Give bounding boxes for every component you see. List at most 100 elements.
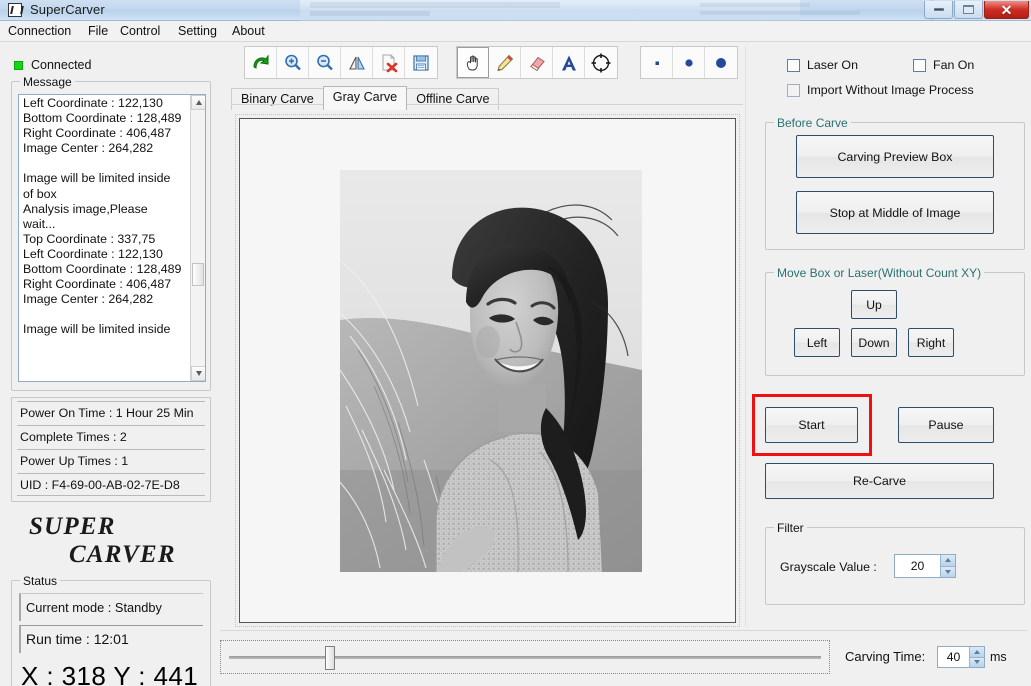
text-tool-icon — [561, 55, 576, 70]
brush-size-medium-button[interactable] — [673, 47, 705, 78]
hand-pan-button[interactable] — [457, 47, 489, 78]
scroll-down-button[interactable] — [191, 366, 205, 381]
scroll-up-button[interactable] — [191, 95, 205, 110]
eraser-button[interactable] — [521, 47, 553, 78]
grayscale-decrement-button[interactable] — [940, 565, 955, 577]
carving-time-stepper[interactable]: 40 — [937, 646, 985, 668]
brand-logo: SUPER CARVER — [17, 513, 213, 575]
image-canvas[interactable] — [239, 118, 736, 623]
crosshair-target-button[interactable] — [585, 47, 617, 78]
menu-file[interactable]: File — [83, 23, 113, 40]
laser-on-checkbox[interactable]: Laser On — [787, 58, 858, 72]
menu-control[interactable]: Control — [115, 23, 165, 40]
brush-size-medium-icon — [684, 58, 693, 67]
start-button[interactable]: Start — [765, 407, 858, 443]
pause-button[interactable]: Pause — [898, 407, 994, 443]
chevron-down-icon — [974, 660, 980, 665]
minimize-button[interactable] — [924, 1, 953, 19]
brand-logo-line2: CARVER — [69, 541, 176, 568]
tab-offline-carve[interactable]: Offline Carve — [406, 88, 500, 110]
carving-time-increment-button[interactable] — [969, 647, 984, 657]
status-group: Status Current mode : Standby Run time :… — [11, 574, 211, 686]
menu-bar: Connection File Control Setting About — [0, 21, 1031, 42]
close-button[interactable]: ✕ — [984, 1, 1029, 19]
zoom-out-button[interactable] — [309, 47, 341, 78]
import-without-process-label: Import Without Image Process — [807, 83, 974, 97]
checkbox-box — [787, 58, 800, 72]
carving-time-decrement-button[interactable] — [969, 656, 984, 667]
before-carve-group: Before Carve Carving Preview Box Stop at… — [765, 116, 1025, 250]
grayscale-value-stepper[interactable]: 20 — [894, 554, 956, 578]
move-down-button[interactable]: Down — [851, 328, 897, 357]
chevron-down-icon — [945, 569, 951, 574]
scrollbar-thumb[interactable] — [192, 263, 204, 286]
grayscale-increment-button[interactable] — [940, 555, 955, 566]
laser-on-label: Laser On — [807, 58, 858, 72]
before-carve-title: Before Carve — [774, 116, 851, 130]
checkbox-box — [787, 83, 800, 97]
menu-about[interactable]: About — [227, 23, 270, 40]
fan-on-checkbox[interactable]: Fan On — [913, 58, 974, 72]
delete-image-button[interactable] — [373, 47, 405, 78]
chevron-up-icon — [195, 100, 202, 105]
carve-image-graphic — [340, 170, 642, 572]
grayscale-value-input[interactable]: 20 — [895, 555, 940, 577]
move-right-button[interactable]: Right — [908, 328, 954, 357]
left-panel: Connected Message Left Coordinate : 122,… — [3, 45, 216, 686]
message-group-title: Message — [20, 75, 75, 89]
pencil-draw-icon — [496, 54, 513, 71]
carving-progress-slider[interactable] — [220, 640, 830, 674]
chevron-up-icon — [945, 558, 951, 563]
zoom-in-button[interactable] — [277, 47, 309, 78]
brush-size-large-button[interactable] — [705, 47, 737, 78]
carve-mode-tabs: Binary Carve Gray Carve Offline Carve — [231, 86, 500, 110]
slider-track — [229, 656, 821, 659]
info-power-up-times: Power Up Times : 1 — [17, 449, 205, 472]
re-carve-button[interactable]: Re-Carve — [765, 463, 994, 499]
slider-thumb[interactable] — [325, 646, 335, 670]
background-window-bleed — [300, 0, 934, 21]
grayscale-value-label: Grayscale Value : — [780, 560, 877, 574]
tab-gray-carve[interactable]: Gray Carve — [322, 86, 408, 110]
menu-setting[interactable]: Setting — [173, 23, 222, 40]
import-image-button[interactable] — [245, 47, 277, 78]
hand-pan-icon — [466, 55, 478, 71]
panel-divider — [745, 46, 746, 626]
filter-title: Filter — [774, 521, 807, 535]
carving-time-input[interactable]: 40 — [938, 647, 969, 667]
menu-connection[interactable]: Connection — [3, 23, 76, 40]
application-window: SuperCarver ✕ Connection File Control Se… — [0, 0, 1031, 686]
zoom-in-icon — [284, 54, 301, 70]
tab-binary-carve[interactable]: Binary Carve — [231, 88, 324, 110]
message-scrollbar[interactable] — [190, 95, 205, 381]
info-uid: UID : F4-69-00-AB-02-7E-D8 — [17, 473, 205, 496]
connection-status-label: Connected — [31, 58, 92, 72]
pencil-draw-button[interactable] — [489, 47, 521, 78]
move-up-button[interactable]: Up — [851, 290, 897, 319]
carving-preview-box-button[interactable]: Carving Preview Box — [796, 135, 994, 178]
flip-image-button[interactable] — [341, 47, 373, 78]
fan-on-label: Fan On — [933, 58, 975, 72]
close-icon: ✕ — [1000, 1, 1013, 18]
save-button[interactable] — [405, 47, 437, 78]
carve-image-preview[interactable] — [340, 170, 642, 572]
save-icon — [413, 54, 429, 71]
brush-size-small-button[interactable] — [641, 47, 673, 78]
move-left-button[interactable]: Left — [794, 328, 840, 357]
connection-status: Connected — [14, 58, 91, 72]
window-title: SuperCarver — [30, 2, 105, 17]
bottom-separator — [220, 630, 1028, 631]
toolbar — [244, 46, 738, 79]
maximize-button[interactable] — [954, 1, 983, 19]
move-box-title: Move Box or Laser(Without Count XY) — [774, 266, 985, 280]
chevron-up-icon — [974, 649, 980, 654]
tab-underline — [231, 104, 743, 105]
toolbar-file-group — [244, 46, 438, 79]
device-info-box: Power On Time : 1 Hour 25 Min Complete T… — [11, 397, 211, 502]
import-without-process-checkbox[interactable]: Import Without Image Process — [787, 83, 974, 97]
text-tool-button[interactable] — [553, 47, 585, 78]
message-list[interactable]: Left Coordinate : 122,130 Bottom Coordin… — [18, 94, 206, 382]
message-text: Left Coordinate : 122,130 Bottom Coordin… — [23, 96, 182, 337]
stop-at-middle-button[interactable]: Stop at Middle of Image — [796, 191, 994, 234]
brush-size-large-icon — [716, 57, 726, 68]
